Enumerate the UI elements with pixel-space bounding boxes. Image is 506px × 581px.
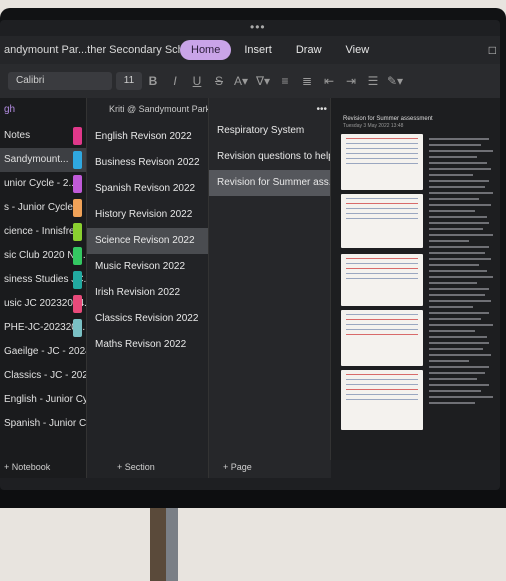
section-item[interactable]: English Revison 2022 — [87, 124, 209, 150]
indent-icon[interactable]: ⇥ — [340, 74, 362, 88]
title-bar: andymount Par...ther Secondary School Ho… — [0, 36, 500, 64]
bold-icon[interactable]: B — [142, 74, 164, 88]
embedded-printout[interactable] — [341, 194, 423, 248]
highlight-icon[interactable]: ∇▾ — [252, 74, 274, 88]
section-panel-header: Kriti @ Sandymount Park Educate Together… — [87, 98, 209, 124]
notebook-label: Classics - JC - 2024... — [4, 370, 86, 381]
add-section-button[interactable]: + Section — [117, 462, 155, 472]
page-notes-column — [429, 134, 497, 408]
add-section-label: Section — [124, 462, 155, 472]
plus-icon: + — [223, 462, 229, 472]
embedded-printout[interactable] — [341, 310, 423, 366]
window-dots-icon[interactable]: ••• — [250, 20, 266, 34]
notebook-item[interactable]: Gaeilge - JC - 2024... — [0, 340, 86, 364]
notebook-color-tab — [73, 223, 82, 241]
add-notebook-label: Notebook — [11, 462, 51, 472]
add-notebook-button[interactable]: + Notebook — [4, 462, 50, 472]
outdent-icon[interactable]: ⇤ — [318, 74, 340, 88]
page-list-panel: ••• Respiratory System Revision question… — [208, 98, 331, 478]
share-icon[interactable]: □ — [489, 43, 496, 57]
page-item[interactable]: Revision questions to help — [209, 144, 331, 170]
notebook-color-tab — [73, 271, 82, 289]
bullets-icon[interactable]: ≡ — [274, 74, 296, 88]
notebook-label: Sandymount... — [4, 154, 69, 165]
embedded-printout[interactable] — [341, 370, 423, 430]
font-color-icon[interactable]: A▾ — [230, 74, 252, 88]
notebook-item[interactable]: Spanish - Junior Cyc... — [0, 412, 86, 436]
stand-metal — [166, 508, 178, 581]
notebook-color-tab — [73, 295, 82, 313]
italic-icon[interactable]: I — [164, 74, 186, 88]
section-item[interactable]: Music Revison 2022 — [87, 254, 209, 280]
underline-icon[interactable]: U — [186, 74, 208, 88]
notebook-label: Spanish - Junior Cyc... — [4, 418, 86, 429]
section-more-icon[interactable]: ••• — [316, 104, 327, 115]
plus-icon: + — [4, 462, 10, 472]
font-family-select[interactable]: Calibri — [8, 72, 112, 90]
notebook-panel-header: gh — [4, 104, 16, 115]
notebook-item[interactable]: Notes — [0, 124, 86, 148]
page-item[interactable]: Respiratory System — [209, 118, 331, 144]
notebook-color-tab — [73, 199, 82, 217]
add-page-label: Page — [230, 462, 252, 472]
page-title: Revision for Summer assessment — [343, 116, 433, 122]
notebook-label: English - Junior Cycl... — [4, 394, 86, 405]
section-item[interactable]: History Revision 2022 — [87, 202, 209, 228]
page-canvas[interactable]: Revision for Summer assessment Tuesday 3… — [330, 98, 500, 460]
stand-wood — [150, 508, 166, 581]
notebook-color-tab — [73, 151, 82, 169]
section-item[interactable]: Maths Revison 2022 — [87, 332, 209, 358]
add-page-button[interactable]: + Page — [223, 462, 252, 472]
embedded-printout[interactable] — [341, 254, 423, 306]
notebook-label: Gaeilge - JC - 2024... — [4, 346, 86, 357]
tab-draw[interactable]: Draw — [285, 40, 333, 60]
notebook-list-panel: gh Notes Sandymount... unior Cycle - 2..… — [0, 98, 86, 478]
notebook-color-tab — [73, 319, 82, 337]
page-list: Respiratory System Revision questions to… — [209, 98, 331, 196]
notebook-label: s - Junior Cycle... — [4, 202, 82, 213]
notebook-label: Notes — [4, 130, 31, 141]
notebook-item[interactable]: s - Junior Cycle... — [0, 196, 86, 220]
ribbon-toolbar: Calibri 11 B I U S A▾ ∇▾ ≡ ≣ ⇤ ⇥ ☰ ✎▾ — [0, 64, 500, 99]
section-item[interactable]: Classics Revision 2022 — [87, 306, 209, 332]
monitor-bottom-bezel — [0, 490, 506, 508]
notebook-item[interactable]: sic Club 2020 No... — [0, 244, 86, 268]
section-item[interactable]: Irish Revision 2022 — [87, 280, 209, 306]
notebook-item-selected[interactable]: Sandymount... — [0, 148, 86, 172]
section-list-panel: Kriti @ Sandymount Park Educate Together… — [86, 98, 209, 478]
tab-home[interactable]: Home — [180, 40, 232, 60]
notebook-color-tab — [73, 175, 82, 193]
notebook-label: cience - Innisfre... — [4, 226, 83, 237]
notebook-color-tab — [73, 127, 82, 145]
section-item[interactable]: Business Revison 2022 — [87, 150, 209, 176]
strikethrough-icon[interactable]: S — [208, 74, 230, 88]
notebook-item[interactable]: usic JC 20232024... — [0, 292, 86, 316]
numbering-icon[interactable]: ≣ — [296, 74, 318, 88]
notebook-color-tab — [73, 247, 82, 265]
embedded-printout[interactable] — [341, 134, 423, 190]
notebook-item[interactable]: Classics - JC - 2024... — [0, 364, 86, 388]
page-date: Tuesday 3 May 2022 13:48 — [343, 123, 404, 129]
section-item[interactable]: Spanish Revison 2022 — [87, 176, 209, 202]
notebook-label: unior Cycle - 2... — [4, 178, 77, 189]
align-icon[interactable]: ☰ — [362, 74, 384, 88]
font-size-select[interactable]: 11 — [116, 72, 142, 90]
notebook-item[interactable]: English - Junior Cycl... — [0, 388, 86, 412]
onenote-window: ••• andymount Par...ther Secondary Schoo… — [0, 20, 500, 490]
plus-icon: + — [117, 462, 123, 472]
notebook-item[interactable]: siness Studies JC... — [0, 268, 86, 292]
page-item-selected[interactable]: Revision for Summer ass... — [209, 170, 331, 196]
notebook-title: andymount Par...ther Secondary School — [4, 44, 180, 56]
section-item-selected[interactable]: Science Revison 2022 — [87, 228, 209, 254]
tab-view[interactable]: View — [335, 40, 381, 60]
style-icon[interactable]: ✎▾ — [384, 74, 406, 88]
notebook-item[interactable]: PHE-JC-2023202... — [0, 316, 86, 340]
notebook-item[interactable]: unior Cycle - 2... — [0, 172, 86, 196]
account-notebook-name: Kriti @ Sandymount Park Educate Together… — [109, 104, 209, 114]
tab-insert[interactable]: Insert — [233, 40, 283, 60]
notebook-item[interactable]: cience - Innisfre... — [0, 220, 86, 244]
